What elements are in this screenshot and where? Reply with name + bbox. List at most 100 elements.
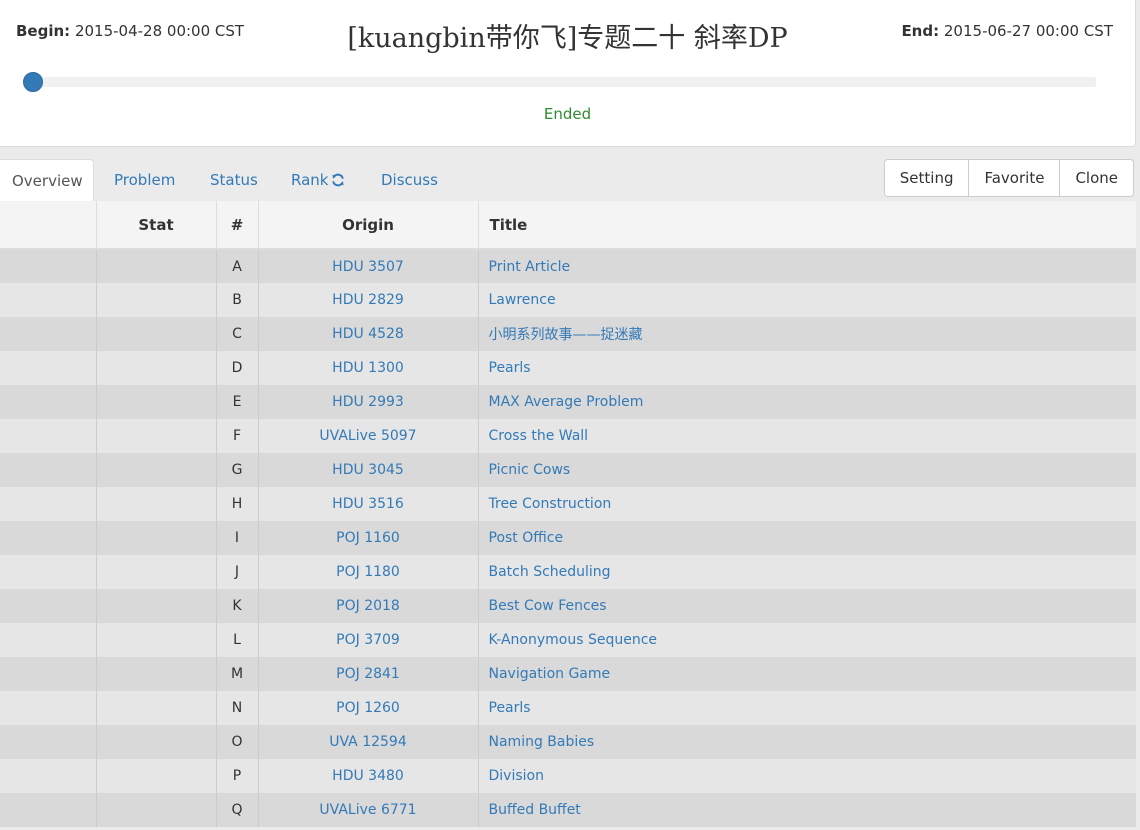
problem-title-link[interactable]: Lawrence [478,283,1136,317]
problem-title-link[interactable]: Navigation Game [478,657,1136,691]
row-blank [0,691,97,725]
problem-origin-link[interactable]: HDU 3507 [258,249,479,283]
table-row: N POJ 1260 Pearls [0,691,1136,725]
end-value: 2015-06-27 00:00 CST [943,22,1113,40]
problem-stat [96,385,217,419]
problem-title-link[interactable]: Batch Scheduling [478,555,1136,589]
column-title: Title [478,201,1136,250]
tab-problem[interactable]: Problem [102,159,187,201]
problem-title-link[interactable]: Pearls [478,351,1136,385]
problem-title-link[interactable]: Tree Construction [478,487,1136,521]
table-row: A HDU 3507 Print Article [0,249,1136,283]
column-number: # [216,201,259,250]
problem-number: H [216,487,259,521]
row-blank [0,759,97,793]
problem-stat [96,351,217,385]
problem-title-link[interactable]: Print Article [478,249,1136,283]
table-header-row: Stat # Origin Title [0,201,1136,250]
contest-actions: Setting Favorite Clone [883,159,1134,197]
problem-origin-link[interactable]: UVA 12594 [258,725,479,759]
problem-origin-link[interactable]: UVALive 5097 [258,419,479,453]
problem-origin-link[interactable]: HDU 4528 [258,317,479,351]
problem-number: I [216,521,259,555]
setting-button[interactable]: Setting [884,160,970,196]
problem-stat [96,623,217,657]
problem-stat [96,657,217,691]
table-row: O UVA 12594 Naming Babies [0,725,1136,759]
problem-origin-link[interactable]: HDU 2829 [258,283,479,317]
table-row: D HDU 1300 Pearls [0,351,1136,385]
row-blank [0,419,97,453]
table-row: Q UVALive 6771 Buffed Buffet [0,793,1136,827]
problem-title-link[interactable]: MAX Average Problem [478,385,1136,419]
problem-number: P [216,759,259,793]
contest-tabs: Overview Problem Status Rank Discuss [0,159,880,201]
tab-status[interactable]: Status [198,159,270,201]
column-blank [0,201,97,250]
row-blank [0,487,97,521]
row-blank [0,317,97,351]
problem-title-link[interactable]: Buffed Buffet [478,793,1136,827]
problem-stat [96,419,217,453]
problem-origin-link[interactable]: POJ 1180 [258,555,479,589]
problem-number: C [216,317,259,351]
problem-number: J [216,555,259,589]
table-row: G HDU 3045 Picnic Cows [0,453,1136,487]
table-row: H HDU 3516 Tree Construction [0,487,1136,521]
table-row: C HDU 4528 小明系列故事——捉迷藏 [0,317,1136,351]
problem-title-link[interactable]: K-Anonymous Sequence [478,623,1136,657]
time-progress-track [30,77,1096,87]
tab-overview[interactable]: Overview [0,159,94,201]
end-time: End: 2015-06-27 00:00 CST [901,22,1113,40]
problem-title-link[interactable]: Cross the Wall [478,419,1136,453]
problem-origin-link[interactable]: HDU 1300 [258,351,479,385]
problem-number: A [216,249,259,283]
problem-number: F [216,419,259,453]
row-blank [0,725,97,759]
row-blank [0,249,97,283]
problem-title-link[interactable]: Post Office [478,521,1136,555]
problem-number: N [216,691,259,725]
refresh-icon[interactable] [331,173,345,187]
contest-status: Ended [543,105,592,123]
problem-stat [96,589,217,623]
problem-origin-link[interactable]: POJ 3709 [258,623,479,657]
row-blank [0,283,97,317]
problem-table: Stat # Origin Title A HDU 3507 Print Artic… [0,201,1136,827]
row-blank [0,657,97,691]
clone-button[interactable]: Clone [1060,160,1133,196]
column-origin: Origin [258,201,479,250]
problem-number: M [216,657,259,691]
problem-origin-link[interactable]: HDU 3045 [258,453,479,487]
tab-discuss[interactable]: Discuss [369,159,450,201]
table-row: F UVALive 5097 Cross the Wall [0,419,1136,453]
problem-origin-link[interactable]: HDU 3480 [258,759,479,793]
problem-title-link[interactable]: Naming Babies [478,725,1136,759]
problem-number: L [216,623,259,657]
row-blank [0,589,97,623]
problem-title-link[interactable]: Pearls [478,691,1136,725]
problem-origin-link[interactable]: POJ 1260 [258,691,479,725]
problem-stat [96,793,217,827]
favorite-button[interactable]: Favorite [969,160,1061,196]
problem-title-link[interactable]: Picnic Cows [478,453,1136,487]
problem-origin-link[interactable]: POJ 2841 [258,657,479,691]
problem-origin-link[interactable]: UVALive 6771 [258,793,479,827]
problem-stat [96,521,217,555]
problem-origin-link[interactable]: POJ 2018 [258,589,479,623]
problem-number: G [216,453,259,487]
problem-title-link[interactable]: Division [478,759,1136,793]
table-row: K POJ 2018 Best Cow Fences [0,589,1136,623]
time-progress-handle[interactable] [23,72,43,92]
problem-stat [96,249,217,283]
table-row: I POJ 1160 Post Office [0,521,1136,555]
problem-title-link[interactable]: 小明系列故事——捉迷藏 [478,317,1136,351]
problem-origin-link[interactable]: POJ 1160 [258,521,479,555]
table-row: E HDU 2993 MAX Average Problem [0,385,1136,419]
problem-number: K [216,589,259,623]
tab-rank[interactable]: Rank [279,159,357,201]
problem-origin-link[interactable]: HDU 2993 [258,385,479,419]
problem-title-link[interactable]: Best Cow Fences [478,589,1136,623]
problem-number: D [216,351,259,385]
problem-origin-link[interactable]: HDU 3516 [258,487,479,521]
